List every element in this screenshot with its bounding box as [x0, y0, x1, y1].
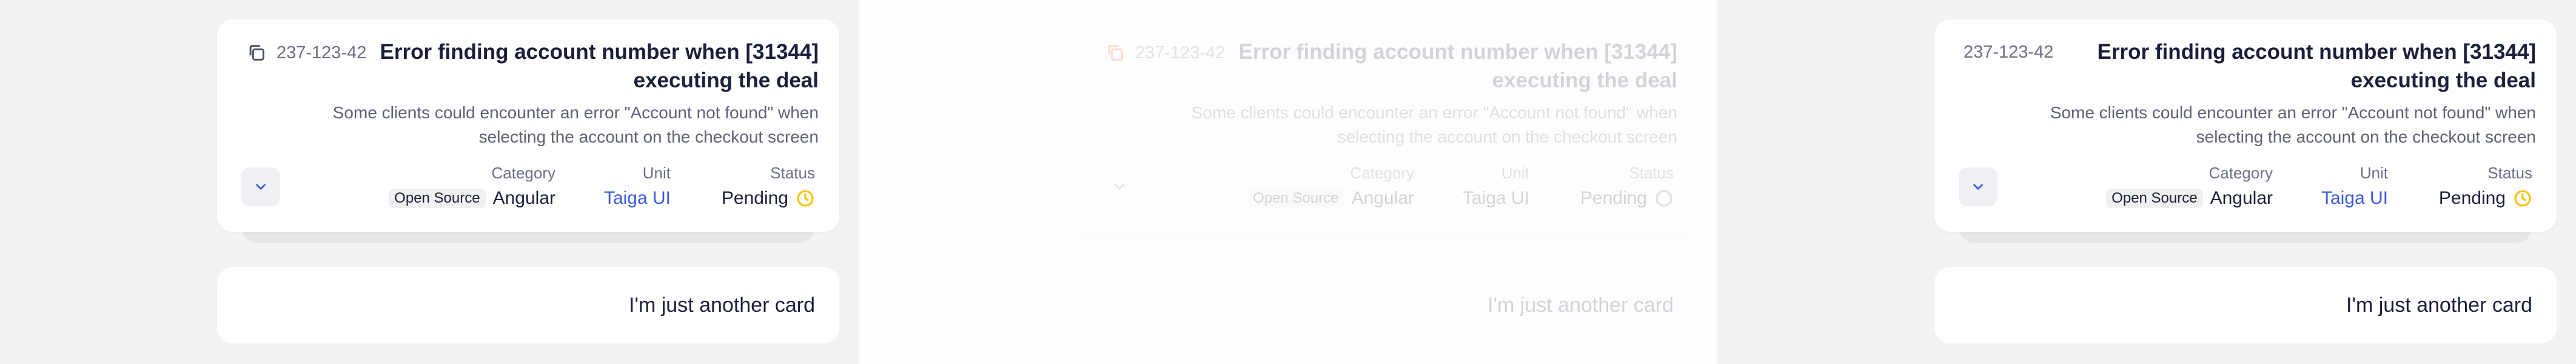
issue-card[interactable]: 237-123-42 Error finding account number …	[217, 19, 839, 232]
scene: 237-123-42 Error finding account number …	[0, 0, 2576, 364]
status-text: Pending	[721, 188, 788, 208]
card-title: Error finding account number when [31344…	[1238, 40, 1677, 92]
chevron-down-icon	[256, 184, 266, 190]
unit-value[interactable]: Taiga UI	[604, 188, 671, 209]
card-id-text: 237-123-42	[1135, 42, 1226, 62]
unit-label: Unit	[1501, 164, 1529, 182]
copy-icon[interactable]	[246, 42, 267, 63]
status-text: Pending	[1580, 188, 1647, 208]
panel-left: 237-123-42 Error finding account number …	[0, 0, 859, 364]
unit-label: Unit	[2360, 164, 2388, 182]
unit-value[interactable]: Taiga UI	[1463, 188, 1529, 209]
category-badge: Open Source	[2106, 189, 2203, 208]
clock-icon	[2514, 190, 2531, 207]
panel-right: 237-123-42 Error finding account number …	[1717, 0, 2576, 364]
category-text: Angular	[2210, 188, 2273, 208]
category-value: Open Source Angular	[389, 188, 555, 209]
chevron-down-icon	[1115, 184, 1124, 190]
category-label: Category	[491, 164, 556, 182]
status-label: Status	[2487, 164, 2532, 182]
another-card-text: I'm just another card	[629, 294, 815, 317]
clock-icon	[797, 190, 814, 207]
unit-link[interactable]: Taiga UI	[604, 188, 671, 209]
card-title: Error finding account number when [31344…	[380, 40, 819, 92]
status-label: Status	[770, 164, 815, 182]
category-label: Category	[2209, 164, 2273, 182]
card-id: 237-123-42	[1964, 42, 2053, 62]
expand-button[interactable]	[1100, 167, 1139, 206]
category-value: Open Source Angular	[1247, 188, 1414, 209]
card-description: Some clients could encounter an error "A…	[332, 103, 819, 146]
unit-label: Unit	[642, 164, 671, 182]
issue-card[interactable]: 237-123-42 Error finding account number …	[1934, 19, 2557, 232]
status-value: Pending	[2439, 188, 2532, 209]
another-card-ghost[interactable]: I'm just another card	[1076, 267, 1698, 343]
unit-link[interactable]: Taiga UI	[1463, 188, 1529, 209]
issue-card-ghost[interactable]: 237-123-42 Error finding account number …	[1076, 19, 1698, 232]
category-label: Category	[1350, 164, 1415, 182]
panel-middle: 237-123-42 Error finding account number …	[859, 0, 1717, 364]
category-text: Angular	[492, 188, 555, 208]
category-badge: Open Source	[1247, 189, 1344, 208]
expand-button[interactable]	[241, 167, 280, 206]
another-card[interactable]: I'm just another card	[1934, 267, 2557, 343]
another-card[interactable]: I'm just another card	[217, 267, 839, 343]
card-title: Error finding account number when [31344…	[2097, 40, 2536, 92]
another-card-text: I'm just another card	[1488, 294, 1674, 317]
category-badge: Open Source	[389, 189, 486, 208]
category-text: Angular	[1351, 188, 1414, 208]
card-id: 237-123-42	[246, 42, 366, 63]
card-id-text: 237-123-42	[277, 42, 367, 62]
another-card-text: I'm just another card	[2346, 294, 2532, 317]
status-text: Pending	[2438, 188, 2506, 208]
card-id: 237-123-42	[1105, 42, 1225, 63]
status-label: Status	[1629, 164, 1674, 182]
expand-button[interactable]	[1959, 167, 1997, 206]
unit-value[interactable]: Taiga UI	[2321, 188, 2388, 209]
copy-icon[interactable]	[1105, 42, 1125, 63]
unit-link[interactable]: Taiga UI	[2321, 188, 2388, 209]
card-description: Some clients could encounter an error "A…	[1191, 103, 1677, 146]
category-value: Open Source Angular	[2106, 188, 2273, 209]
card-description: Some clients could encounter an error "A…	[2050, 103, 2536, 146]
clock-icon	[1655, 190, 1672, 207]
chevron-down-icon	[1973, 184, 1983, 190]
status-value: Pending	[722, 188, 815, 209]
card-id-text: 237-123-42	[1964, 42, 2054, 62]
status-value: Pending	[1580, 188, 1674, 209]
